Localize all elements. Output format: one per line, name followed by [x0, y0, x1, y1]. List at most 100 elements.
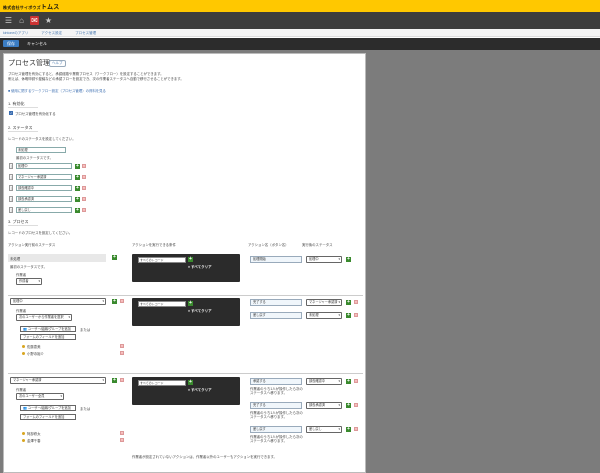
add-action-button[interactable]: +: [346, 403, 351, 408]
remove-status-button[interactable]: ×: [82, 208, 86, 212]
or-label: または: [80, 407, 91, 411]
status-input[interactable]: 部長確認中: [16, 185, 72, 191]
status-select[interactable]: マネージャー承認済: [10, 377, 106, 384]
remove-status-button[interactable]: ×: [82, 175, 86, 179]
add-action-button[interactable]: +: [112, 255, 117, 260]
condition-select[interactable]: すべてのレコード: [138, 301, 186, 307]
clear-conditions-button[interactable]: × すべてクリア: [188, 265, 212, 270]
add-status-button[interactable]: +: [75, 175, 80, 180]
status-input[interactable]: 差し戻し: [16, 207, 72, 213]
settings-panel: プロセス管理 ヘルプ プロセス管理を有効にすると、承認経路や業務プロセス（ワーク…: [3, 53, 366, 473]
drag-handle-icon[interactable]: ⋮: [9, 174, 13, 180]
user-name: 小野寺裕介: [27, 352, 44, 356]
add-user-button[interactable]: 👥 ユーザー/組織/グループを追加: [20, 405, 76, 411]
brand-logo[interactable]: 株式会社サイボウズトムス: [3, 2, 59, 11]
remove-action-button[interactable]: ×: [354, 379, 358, 383]
action-name-input[interactable]: 処理開始: [250, 256, 302, 263]
add-condition-button[interactable]: +: [188, 301, 193, 306]
action-note: 作業者のうち1人が操作したら次のステータスへ移ります。: [250, 411, 303, 419]
status-input[interactable]: 未処理: [16, 147, 66, 153]
action-note: 作業者のうち1人が操作したら次のステータスへ移ります。: [250, 387, 303, 395]
remove-action-button[interactable]: ×: [354, 313, 358, 317]
breadcrumb-item[interactable]: プロセス管理: [75, 31, 96, 35]
drag-handle-icon[interactable]: ⋮: [9, 185, 13, 191]
next-status-select[interactable]: 処理中: [306, 256, 342, 263]
next-status-select[interactable]: 差し戻し: [306, 426, 342, 433]
next-status-select[interactable]: 部長確認中: [306, 378, 342, 385]
add-status-button[interactable]: +: [75, 208, 80, 213]
add-field-button[interactable]: フォームのフィールドを追加: [20, 414, 76, 420]
action-name-input[interactable]: 差し戻す: [250, 312, 302, 319]
action-name-input[interactable]: 差し戻す: [250, 426, 302, 433]
next-status-select[interactable]: マネージャー承認済: [306, 299, 342, 306]
cancel-button[interactable]: キャンセル: [24, 40, 50, 47]
action-name-input[interactable]: 完了する: [250, 299, 302, 306]
add-action-button[interactable]: +: [346, 379, 351, 384]
add-action-button[interactable]: +: [346, 257, 351, 262]
status-note: 最初のステータスです。: [16, 156, 53, 160]
breadcrumb-item[interactable]: kintoneのアプリ: [3, 31, 28, 35]
user-name: 佐藤恵美: [27, 345, 41, 349]
next-status-select[interactable]: 未処理: [306, 312, 342, 319]
drag-handle-icon[interactable]: ⋮: [9, 163, 13, 169]
assignee-label: 作業者: [16, 388, 27, 392]
add-status-button[interactable]: +: [75, 197, 80, 202]
remove-process-button[interactable]: ×: [120, 299, 124, 303]
favorite-star-icon[interactable]: ★: [44, 16, 53, 25]
add-user-button[interactable]: 👥 ユーザー/組織/グループを追加: [20, 326, 76, 332]
add-status-button[interactable]: +: [75, 186, 80, 191]
status-select[interactable]: 処理中: [10, 298, 106, 305]
remove-user-button[interactable]: ×: [120, 431, 124, 435]
remove-action-button[interactable]: ×: [354, 300, 358, 304]
status-input[interactable]: マネージャー承認済: [16, 174, 72, 180]
home-icon[interactable]: ⌂: [17, 16, 26, 25]
column-header: 実行後のステータス: [302, 243, 333, 247]
add-status-button[interactable]: +: [75, 164, 80, 169]
breadcrumb-item[interactable]: アクセス設定: [41, 31, 62, 35]
notification-icon[interactable]: ✉: [30, 16, 39, 25]
remove-user-button[interactable]: ×: [120, 344, 124, 348]
status-input[interactable]: 部長承認済: [16, 196, 72, 202]
action-name-input[interactable]: 承認する: [250, 378, 302, 385]
remove-action-button[interactable]: ×: [354, 403, 358, 407]
drag-handle-icon[interactable]: ⋮: [9, 196, 13, 202]
remove-user-button[interactable]: ×: [120, 351, 124, 355]
add-condition-button[interactable]: +: [188, 380, 193, 385]
assignee-select[interactable]: 次のユーザーから作業者を選択: [16, 314, 72, 321]
add-field-button[interactable]: フォームのフィールドを追加: [20, 334, 76, 340]
checkbox-label: プロセス管理を有効化する: [15, 112, 56, 116]
add-action-button[interactable]: +: [112, 299, 117, 304]
status-label-bar: [8, 254, 106, 262]
global-toolbar: ☰ ⌂ ✉ ★: [0, 12, 600, 29]
save-button[interactable]: 保存: [3, 40, 19, 47]
clear-conditions-button[interactable]: × すべてクリア: [188, 309, 212, 314]
add-action-button[interactable]: +: [346, 427, 351, 432]
enable-checkbox[interactable]: ✓: [9, 111, 13, 115]
action-bar: 保存 キャンセル: [0, 38, 600, 50]
add-action-button[interactable]: +: [112, 378, 117, 383]
user-avatar: [22, 439, 25, 442]
remove-status-button[interactable]: ×: [82, 186, 86, 190]
action-name-input[interactable]: 完了する: [250, 402, 302, 409]
status-input[interactable]: 処理中: [16, 163, 72, 169]
menu-icon[interactable]: ☰: [4, 16, 13, 25]
condition-select[interactable]: すべてのレコード: [138, 257, 186, 263]
help-link[interactable]: ヘルプ: [49, 60, 66, 67]
remove-status-button[interactable]: ×: [82, 164, 86, 168]
clear-conditions-button[interactable]: × すべてクリア: [188, 388, 212, 393]
remove-action-button[interactable]: ×: [354, 427, 358, 431]
assignee-label: 作業者: [16, 273, 27, 277]
remove-status-button[interactable]: ×: [82, 197, 86, 201]
add-condition-button[interactable]: +: [188, 257, 193, 262]
user-avatar: [22, 352, 25, 355]
add-action-button[interactable]: +: [346, 313, 351, 318]
add-action-button[interactable]: +: [346, 300, 351, 305]
assignee-select[interactable]: 作成者: [16, 278, 42, 285]
drag-handle-icon[interactable]: ⋮: [9, 207, 13, 213]
condition-select[interactable]: すべてのレコード: [138, 380, 186, 386]
remove-user-button[interactable]: ×: [120, 438, 124, 442]
remove-process-button[interactable]: ×: [120, 378, 124, 382]
next-status-select[interactable]: 部長承認済: [306, 402, 342, 409]
reference-link[interactable]: ■ 使用に関するワークフロー設定（プロセス管理）の資料を見る: [8, 88, 106, 93]
assignee-select[interactable]: 次のユーザー全員: [16, 393, 64, 400]
